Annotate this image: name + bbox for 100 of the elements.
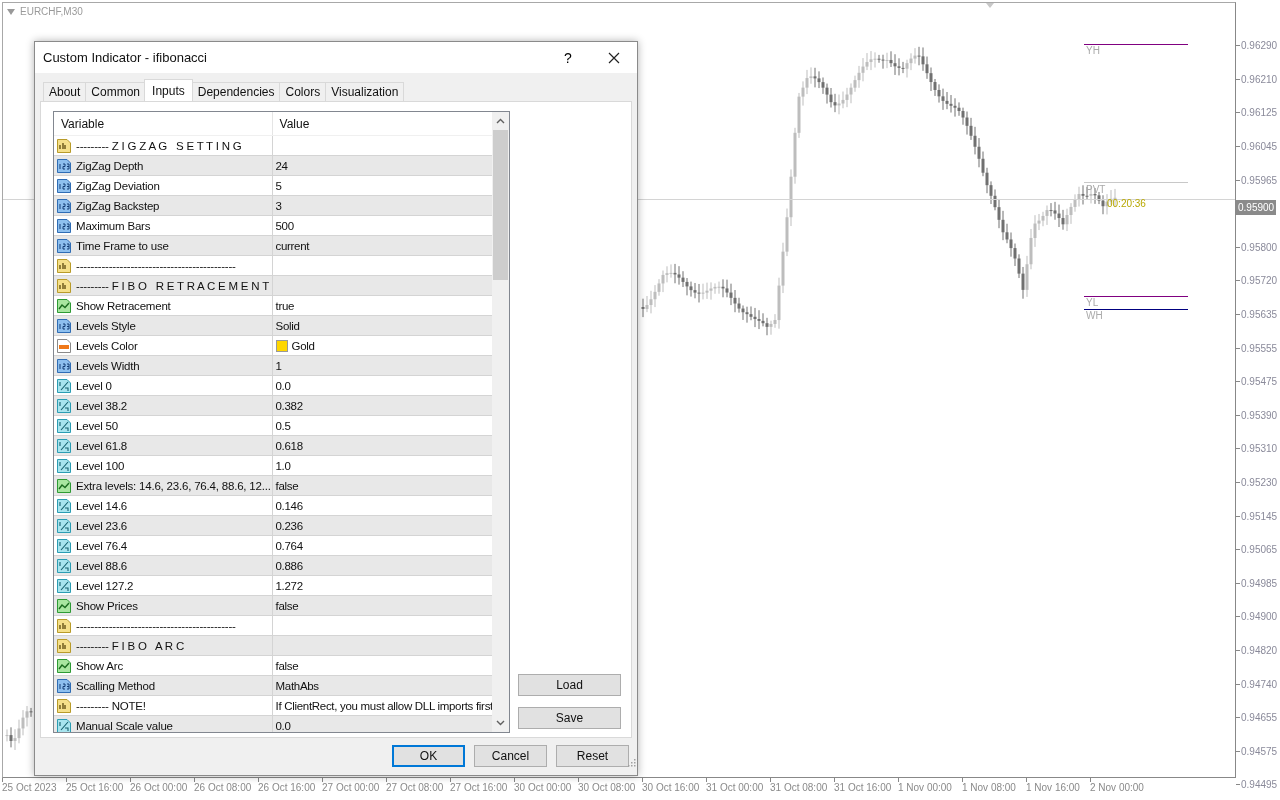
value-text[interactable]: 1.0	[275, 459, 291, 472]
value-text[interactable]: false	[275, 599, 299, 612]
variable-name[interactable]: Level 23.6	[76, 519, 128, 532]
variable-name[interactable]: Level 0	[76, 379, 112, 392]
variable-name[interactable]: Level 76.4	[76, 539, 128, 552]
value-text[interactable]: 3	[275, 199, 282, 212]
price-label: 0.96125	[1241, 107, 1278, 119]
value-text[interactable]: current	[275, 239, 310, 252]
variable-name[interactable]: Scalling Method	[76, 679, 155, 692]
variable-name[interactable]: Manual Scale value	[76, 719, 173, 732]
time-label: 1 Nov 08:00	[962, 781, 1017, 793]
variable-name[interactable]: Level 38.2	[76, 399, 128, 412]
tab[interactable]: About	[43, 82, 87, 101]
value-text[interactable]: MathAbs	[275, 679, 319, 692]
price-label: 0.95800	[1241, 241, 1278, 253]
value-text[interactable]: If ClientRect, you must allow DLL imports first	[275, 699, 493, 712]
time-label: 30 Oct 16:00	[642, 781, 701, 793]
variable-name[interactable]: ZigZag Depth	[76, 159, 144, 172]
toggle-type-icon	[56, 657, 72, 674]
time-label: 26 Oct 08:00	[194, 781, 253, 793]
variable-name[interactable]: --------- Z I G Z A G S E T T I N G	[76, 139, 242, 152]
text-type-icon	[56, 697, 72, 714]
value-text[interactable]: 1	[275, 359, 282, 372]
value-text[interactable]: 0.236	[275, 519, 303, 532]
variable-name[interactable]: ZigZag Deviation	[76, 179, 160, 192]
text-type-icon	[56, 137, 72, 154]
text-type-icon	[56, 617, 72, 634]
value-text[interactable]: 1.272	[275, 579, 303, 592]
variable-name[interactable]: Level 61.8	[76, 439, 128, 452]
variable-name[interactable]: Level 14.6	[76, 499, 128, 512]
variable-name[interactable]: Levels Width	[76, 359, 140, 372]
fraction-type-icon	[56, 397, 72, 414]
value-text[interactable]: 0.0	[275, 719, 291, 732]
variable-name[interactable]: Time Frame to use	[76, 239, 169, 252]
variable-name[interactable]: Level 100	[76, 459, 125, 472]
value-text[interactable]: 500	[275, 219, 294, 232]
value-text[interactable]: 0.886	[275, 559, 303, 572]
level-label: YL	[1086, 298, 1099, 308]
variable-name[interactable]: Maximum Bars	[76, 219, 151, 232]
value-text[interactable]: 0.764	[275, 539, 303, 552]
value-text[interactable]: Solid	[275, 319, 300, 332]
dialog-button[interactable]: Cancel	[474, 745, 547, 767]
variable-name[interactable]: Level 50	[76, 419, 118, 432]
tab[interactable]: Inputs	[144, 79, 193, 101]
variable-name[interactable]: --------------------------------------------	[76, 259, 236, 272]
column-header[interactable]: Value	[272, 112, 493, 135]
variable-name[interactable]: --------- F I B O A R C	[76, 639, 185, 652]
number-type-icon	[56, 217, 72, 234]
dialog-button[interactable]: Reset	[556, 745, 629, 767]
variable-name[interactable]: Show Prices	[76, 599, 138, 612]
side-button[interactable]: Save	[518, 707, 621, 729]
price-label: 0.94820	[1241, 645, 1278, 656]
price-label: 0.95720	[1241, 275, 1278, 287]
price-label: 0.95475	[1241, 376, 1278, 388]
toggle-type-icon	[56, 477, 72, 494]
value-text[interactable]: 24	[275, 159, 288, 172]
variable-name[interactable]: Extra levels: 14.6, 23.6, 76.4, 88.6, 12...	[76, 479, 271, 492]
value-text[interactable]: 0.146	[275, 499, 303, 512]
variable-name[interactable]: Levels Color	[76, 339, 138, 352]
number-type-icon	[56, 317, 72, 334]
help-button[interactable]: ?	[545, 42, 591, 73]
variable-name[interactable]: --------- NOTE!	[76, 699, 146, 712]
scrollbar-thumb[interactable]	[493, 130, 508, 280]
price-label: 0.96045	[1241, 141, 1278, 153]
value-text[interactable]: 0.382	[275, 399, 303, 412]
value-text[interactable]: Gold	[291, 339, 315, 352]
value-text[interactable]: 5	[275, 179, 282, 192]
text-type-icon	[56, 257, 72, 274]
variable-name[interactable]: Show Retracement	[76, 299, 171, 312]
dialog-button[interactable]: OK	[392, 745, 465, 767]
variable-name[interactable]: --------------------------------------------	[76, 619, 236, 632]
variable-name[interactable]: Level 88.6	[76, 559, 128, 572]
value-text[interactable]: false	[275, 479, 299, 492]
fraction-type-icon	[56, 557, 72, 574]
side-button[interactable]: Load	[518, 674, 621, 696]
price-label: 0.95310	[1241, 443, 1278, 455]
price-label: 0.96210	[1241, 73, 1278, 85]
current-price-badge: 0.95900	[1236, 199, 1277, 215]
value-text[interactable]: 0.5	[275, 419, 291, 432]
tab[interactable]: Visualization	[325, 82, 405, 101]
price-label: 0.95555	[1241, 342, 1278, 354]
time-label: 30 Oct 08:00	[578, 781, 637, 793]
scrollbar[interactable]	[492, 112, 509, 732]
tab[interactable]: Dependencies	[191, 82, 281, 101]
chevron-up-icon	[496, 118, 505, 124]
variable-name[interactable]: Levels Style	[76, 319, 136, 332]
variable-name[interactable]: ZigZag Backstep	[76, 199, 160, 212]
variable-name[interactable]: Show Arc	[76, 659, 123, 672]
column-header[interactable]: Variable	[54, 112, 273, 135]
price-label: 0.94740	[1241, 678, 1278, 690]
time-label: 27 Oct 16:00	[450, 781, 509, 793]
price-label: 0.95065	[1241, 544, 1278, 556]
countdown-timer: 00:20:36	[1107, 198, 1146, 209]
value-text[interactable]: true	[275, 299, 295, 312]
value-text[interactable]: 0.0	[275, 379, 291, 392]
value-text[interactable]: false	[275, 659, 299, 672]
fraction-type-icon	[56, 517, 72, 534]
value-text[interactable]: 0.618	[275, 439, 303, 452]
variable-name[interactable]: Level 127.2	[76, 579, 134, 592]
number-type-icon	[56, 197, 72, 214]
